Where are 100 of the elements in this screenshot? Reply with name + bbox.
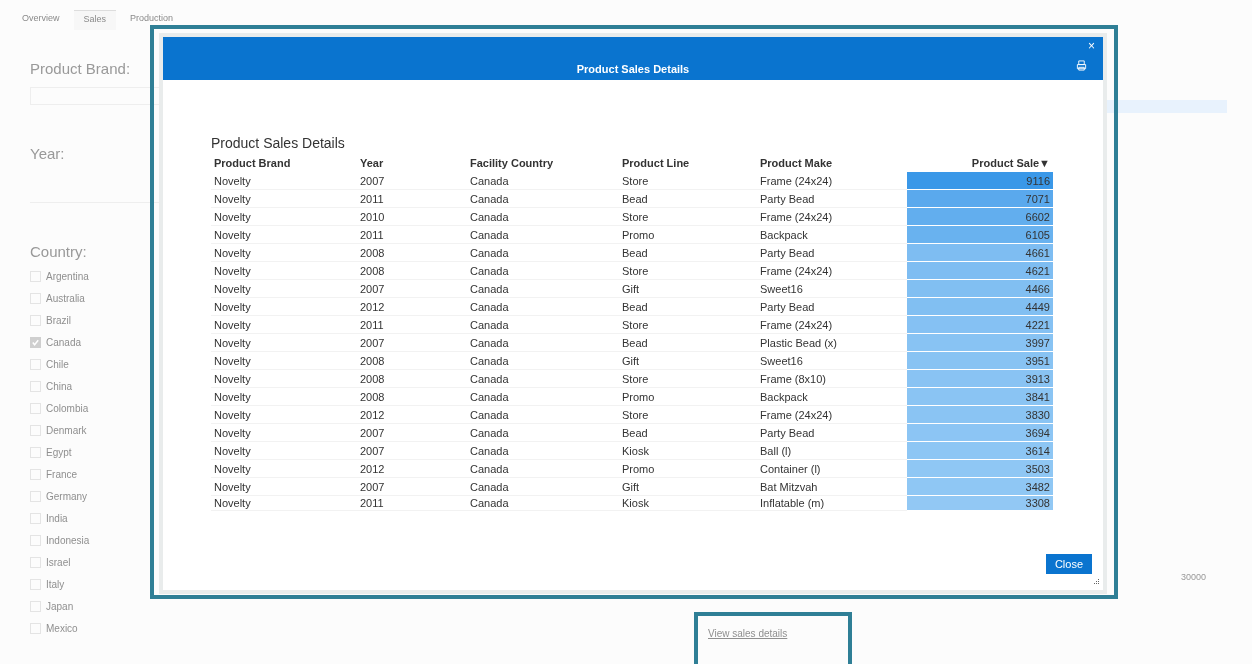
checkbox[interactable] xyxy=(30,270,41,282)
table-cell: 2012 xyxy=(357,297,467,316)
table-cell: Novelty xyxy=(211,387,357,406)
table-cell: Novelty xyxy=(211,243,357,262)
checkbox[interactable] xyxy=(30,424,41,436)
country-label: Colombia xyxy=(46,402,89,414)
table-cell: 2008 xyxy=(357,369,467,388)
checkbox[interactable] xyxy=(30,468,41,480)
table-cell: Store xyxy=(619,261,757,280)
table-cell: Novelty xyxy=(211,225,357,244)
tab[interactable]: Production xyxy=(120,10,184,30)
country-label: Egypt xyxy=(46,446,72,458)
filter-label: Country: xyxy=(30,243,88,260)
country-label: Germany xyxy=(46,490,88,502)
column-header[interactable]: Product Brand xyxy=(211,154,357,172)
table-cell: Canada xyxy=(467,495,619,511)
table-cell: Novelty xyxy=(211,405,357,424)
table-cell: Canada xyxy=(467,477,619,496)
checkbox[interactable] xyxy=(30,556,41,568)
table-cell: Bead xyxy=(619,297,757,316)
table-cell: 2007 xyxy=(357,279,467,298)
checkbox[interactable] xyxy=(30,490,41,502)
table-cell: Canada xyxy=(467,315,619,334)
table-cell: 2012 xyxy=(357,459,467,478)
table-cell: Canada xyxy=(467,387,619,406)
table-title: Product Sales Details xyxy=(211,135,346,151)
checkbox[interactable] xyxy=(30,622,41,634)
table-cell: Bead xyxy=(619,243,757,262)
table-cell: Canada xyxy=(467,369,619,388)
table-cell: 2012 xyxy=(357,405,467,424)
table-cell: Gift xyxy=(619,351,757,370)
checkbox[interactable] xyxy=(30,446,41,458)
table-cell: Inflatable (m) xyxy=(757,495,907,511)
table-cell: Novelty xyxy=(211,441,357,460)
table-cell: Canada xyxy=(467,297,619,316)
tab[interactable]: Overview xyxy=(12,10,70,30)
column-header[interactable]: Facility Country xyxy=(467,154,619,172)
country-label: Italy xyxy=(46,578,65,590)
table-cell: Novelty xyxy=(211,369,357,388)
table-cell: Novelty xyxy=(211,297,357,316)
table-cell: Canada xyxy=(467,207,619,226)
country-label: Argentina xyxy=(46,270,89,282)
close-button[interactable]: Close xyxy=(1045,554,1092,574)
column-header[interactable]: Product Line xyxy=(619,154,757,172)
table-cell: Canada xyxy=(467,225,619,244)
table-cell: 2007 xyxy=(357,441,467,460)
column-header[interactable]: Product Make xyxy=(757,154,907,172)
table-cell: Canada xyxy=(467,459,619,478)
table-cell: Gift xyxy=(619,477,757,496)
table-cell: 2008 xyxy=(357,243,467,262)
table-cell: Canada xyxy=(467,333,619,352)
table-cell: Novelty xyxy=(211,315,357,334)
checkbox[interactable] xyxy=(30,600,41,612)
column-header[interactable]: Year xyxy=(357,154,467,172)
table-cell: Canada xyxy=(467,423,619,442)
table-cell: 2008 xyxy=(357,351,467,370)
table-cell: Novelty xyxy=(211,261,357,280)
table-cell: Store xyxy=(619,172,757,190)
dialog-title: Product Sales Details xyxy=(576,62,690,75)
table-cell: Canada xyxy=(467,172,619,190)
country-label: Mexico xyxy=(46,622,78,634)
table-cell: Novelty xyxy=(211,495,357,511)
table-cell: Store xyxy=(619,369,757,388)
table-cell: 2007 xyxy=(357,333,467,352)
checkbox[interactable] xyxy=(30,534,41,546)
country-label: Indonesia xyxy=(46,534,90,546)
checkbox[interactable] xyxy=(30,314,41,326)
table-cell: Bead xyxy=(619,423,757,442)
checkbox[interactable] xyxy=(30,358,41,370)
country-label: Denmark xyxy=(46,424,87,436)
table-cell: 2011 xyxy=(357,189,467,208)
column-header[interactable]: Product Sale▼ xyxy=(907,154,1053,172)
table-cell: Bead xyxy=(619,333,757,352)
table-cell: Novelty xyxy=(211,172,357,190)
country-label: Israel xyxy=(46,556,71,568)
checkbox[interactable] xyxy=(30,380,41,392)
table-cell: Novelty xyxy=(211,459,357,478)
table-cell: Kiosk xyxy=(619,495,757,511)
sort-indicator: ▼ xyxy=(1039,157,1050,169)
checkbox[interactable] xyxy=(30,578,41,590)
country-label: Chile xyxy=(46,358,69,370)
checkbox[interactable] xyxy=(30,512,41,524)
checkbox[interactable] xyxy=(30,402,41,414)
country-label: Canada xyxy=(46,336,82,348)
printer-icon[interactable] xyxy=(1076,60,1087,71)
resize-grip-icon[interactable] xyxy=(1093,579,1099,585)
table-cell: 2011 xyxy=(357,225,467,244)
table-cell: 2008 xyxy=(357,387,467,406)
table-cell: Canada xyxy=(467,351,619,370)
checkbox[interactable] xyxy=(30,292,41,304)
table-cell: 2010 xyxy=(357,207,467,226)
table-cell: Promo xyxy=(619,459,757,478)
checkbox[interactable] xyxy=(30,336,41,348)
table-cell: Novelty xyxy=(211,477,357,496)
table-cell: Canada xyxy=(467,405,619,424)
table-cell: Novelty xyxy=(211,333,357,352)
axis-tick-label: 30000 xyxy=(1181,572,1207,582)
close-button[interactable]: × xyxy=(1086,39,1097,53)
table-cell: Canada xyxy=(467,441,619,460)
table-cell: 2011 xyxy=(357,495,467,511)
